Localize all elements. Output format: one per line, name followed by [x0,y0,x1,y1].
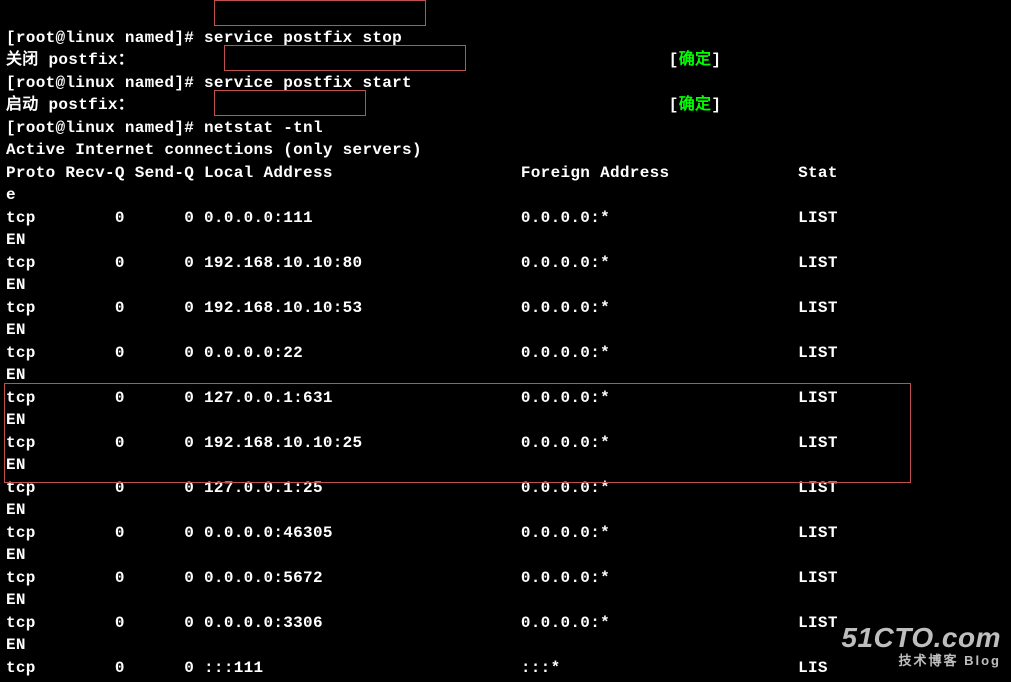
terminal-output: [root@linux named]# service postfix stop… [0,0,1011,682]
watermark-big: 51CTO.com [841,627,1001,650]
watermark: 51CTO.com 技术博客 Blog [841,627,1001,672]
